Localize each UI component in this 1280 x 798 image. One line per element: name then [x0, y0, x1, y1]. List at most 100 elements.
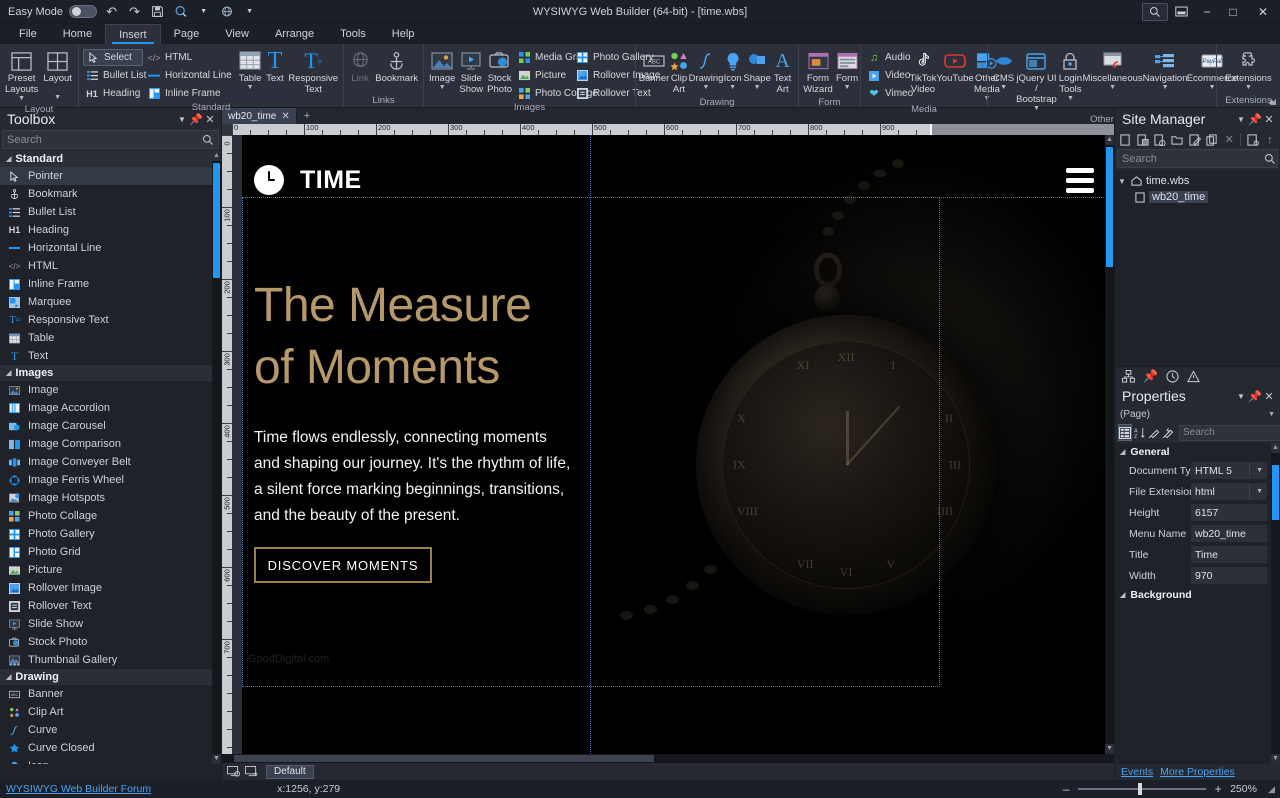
toolbox-item-html[interactable]: </> HTML	[0, 257, 212, 275]
tree-item-page[interactable]: wb20_time	[1118, 189, 1280, 205]
properties-target-selector[interactable]: (Page) ▼	[1115, 407, 1280, 422]
toolbox-item-image-ferris-wheel[interactable]: Image Ferris Wheel	[0, 471, 212, 489]
selected-object-outline[interactable]	[242, 197, 940, 687]
more-properties-link[interactable]: More Properties	[1160, 766, 1235, 778]
chevron-down-icon[interactable]: ▼	[703, 85, 710, 91]
menu-item-tools[interactable]: Tools	[327, 24, 379, 44]
toolbox-item-stock-photo[interactable]: Stock Photo	[0, 633, 212, 651]
toolbox-item-image-conveyer-belt[interactable]: Image Conveyer Belt	[0, 453, 212, 471]
scroll-up-arrow-icon[interactable]: ▲	[1105, 135, 1114, 145]
canvas-scroll-area[interactable]: XII III VI IX XI I II IIII V VII	[232, 135, 1114, 754]
breakpoint-default-chip[interactable]: Default	[266, 765, 314, 779]
menu-item-view[interactable]: View	[212, 24, 262, 44]
menu-item-arrange[interactable]: Arrange	[262, 24, 327, 44]
toolbox-item-photo-grid[interactable]: Photo Grid	[0, 543, 212, 561]
toolbox-item-text[interactable]: T Text	[0, 347, 212, 365]
easy-mode-toggle[interactable]	[69, 5, 97, 18]
scroll-down-arrow-icon[interactable]: ▼	[1105, 744, 1114, 754]
properties-group-general[interactable]: ◢ General	[1115, 443, 1271, 460]
ribbon-collapse-button[interactable]: ▲	[1267, 96, 1276, 106]
responsive-text-button[interactable]: T▫ Responsive Text	[287, 47, 339, 97]
warnings-icon[interactable]	[1187, 370, 1200, 383]
canvas-vscroll-thumb[interactable]	[1106, 147, 1113, 267]
toolbox-item-photo-collage[interactable]: Photo Collage	[0, 507, 212, 525]
scroll-up-arrow-icon[interactable]: ▲	[1271, 443, 1280, 453]
horizontal-line-button[interactable]: Horizontal Line	[145, 67, 236, 84]
toolbox-item-inline-frame[interactable]: Inline Frame	[0, 275, 212, 293]
icon-button[interactable]: Icon ▼	[722, 47, 743, 93]
scroll-up-arrow-icon[interactable]: ▲	[212, 151, 221, 161]
chevron-down-icon[interactable]: ▼	[1234, 392, 1248, 401]
text-art-button[interactable]: A Text Art	[771, 47, 794, 97]
toolbox-search[interactable]	[2, 130, 219, 149]
pin-icon[interactable]: 📌	[1248, 390, 1262, 403]
text-button[interactable]: T Text	[264, 47, 285, 86]
property-value[interactable]: 970	[1191, 567, 1267, 584]
media-grid-button[interactable]: Media Grid	[515, 49, 571, 66]
search-icon[interactable]	[1142, 3, 1168, 21]
events-icon[interactable]	[1162, 424, 1174, 441]
new-linked-page-icon[interactable]	[1152, 131, 1168, 148]
slide-show-button[interactable]: Slide Show	[458, 47, 484, 97]
toolbox-item-image-carousel[interactable]: Image Carousel	[0, 417, 212, 435]
stock-photo-button[interactable]: Stock Photo	[486, 47, 513, 97]
toolbox-item-image-comparison[interactable]: Image Comparison	[0, 435, 212, 453]
toolbox-item-banner[interactable]: ABC Banner	[0, 685, 212, 703]
property-row-menu-name[interactable]: Menu Name wb20_time	[1115, 523, 1271, 544]
pin-icon[interactable]: 📌	[189, 113, 203, 126]
toolbox-category-standard[interactable]: ◢ Standard	[0, 151, 212, 167]
toolbox-item-curve[interactable]: Curve	[0, 721, 212, 739]
duplicate-page-icon[interactable]	[1204, 131, 1220, 148]
toolbox-item-clip-art[interactable]: Clip Art	[0, 703, 212, 721]
property-row-width[interactable]: Width 970	[1115, 565, 1271, 586]
close-icon[interactable]: ✕	[203, 113, 217, 126]
delete-page-icon[interactable]: ✕	[1221, 131, 1237, 148]
bullet-list-button[interactable]: Bullet List	[83, 67, 143, 84]
property-row-height[interactable]: Height 6157	[1115, 502, 1271, 523]
properties-search-input[interactable]	[1183, 427, 1280, 438]
events-link[interactable]: Events	[1121, 766, 1153, 778]
history-icon[interactable]	[1166, 370, 1179, 383]
youtube-button[interactable]: YouTube	[937, 47, 973, 86]
menu-item-help[interactable]: Help	[379, 24, 428, 44]
menu-item-home[interactable]: Home	[50, 24, 105, 44]
chevron-down-icon[interactable]: ▼	[1000, 85, 1007, 91]
chevron-down-icon[interactable]: ▼	[195, 3, 212, 20]
toolbox-item-image[interactable]: Image	[0, 381, 212, 399]
photo-collage-button[interactable]: Photo Collage	[515, 85, 571, 102]
chevron-down-icon[interactable]: ▼	[18, 96, 25, 102]
video-button[interactable]: Video	[865, 67, 909, 84]
chevron-down-icon[interactable]: ▼	[1067, 96, 1074, 102]
vimeo-button[interactable]: ❤ Vimeo	[865, 85, 909, 102]
layout-button[interactable]: Layout ▼	[41, 47, 74, 103]
categorized-icon[interactable]	[1118, 424, 1132, 441]
toolbox-item-slide-show[interactable]: Slide Show	[0, 615, 212, 633]
menu-item-file[interactable]: File	[6, 24, 50, 44]
edit-page-icon[interactable]	[1186, 131, 1202, 148]
redo-icon[interactable]: ↷	[126, 3, 143, 20]
tree-item-site[interactable]: ▼ time.wbs	[1118, 173, 1280, 189]
zoom-out-button[interactable]: –	[1060, 782, 1072, 796]
property-value[interactable]: wb20_time	[1191, 525, 1267, 542]
cms-button[interactable]: CMS ▼	[992, 47, 1015, 93]
property-row-file-extension[interactable]: File Extension html ▼	[1115, 481, 1271, 502]
zoom-in-button[interactable]: +	[1212, 782, 1224, 796]
image-button[interactable]: Image ▼	[428, 47, 456, 93]
new-folder-icon[interactable]	[1169, 131, 1185, 148]
miscellaneous-button[interactable]: Miscellaneous ▼	[1083, 47, 1142, 93]
desktop-view-icon[interactable]	[226, 765, 241, 779]
site-manager-search-input[interactable]	[1122, 153, 1264, 165]
properties-search[interactable]	[1179, 425, 1280, 441]
pin-icon[interactable]: 📌	[1143, 369, 1158, 383]
site-manager-search[interactable]	[1117, 149, 1278, 168]
minimize-icon[interactable]: −	[1194, 1, 1220, 23]
page-width-marker[interactable]	[930, 124, 932, 135]
login-tools-button[interactable]: Login Tools ▼	[1058, 47, 1083, 104]
toolbox-item-image-accordion[interactable]: Image Accordion	[0, 399, 212, 417]
zoom-slider[interactable]	[1078, 783, 1206, 795]
toolbox-item-icon[interactable]: Icon	[0, 757, 212, 764]
form-wizard-button[interactable]: Form Wizard	[803, 47, 833, 97]
menu-item-insert[interactable]: Insert	[105, 24, 161, 44]
toolbox-item-rollover-text[interactable]: Rollover Text	[0, 597, 212, 615]
chevron-down-icon[interactable]: ▼	[844, 85, 851, 91]
